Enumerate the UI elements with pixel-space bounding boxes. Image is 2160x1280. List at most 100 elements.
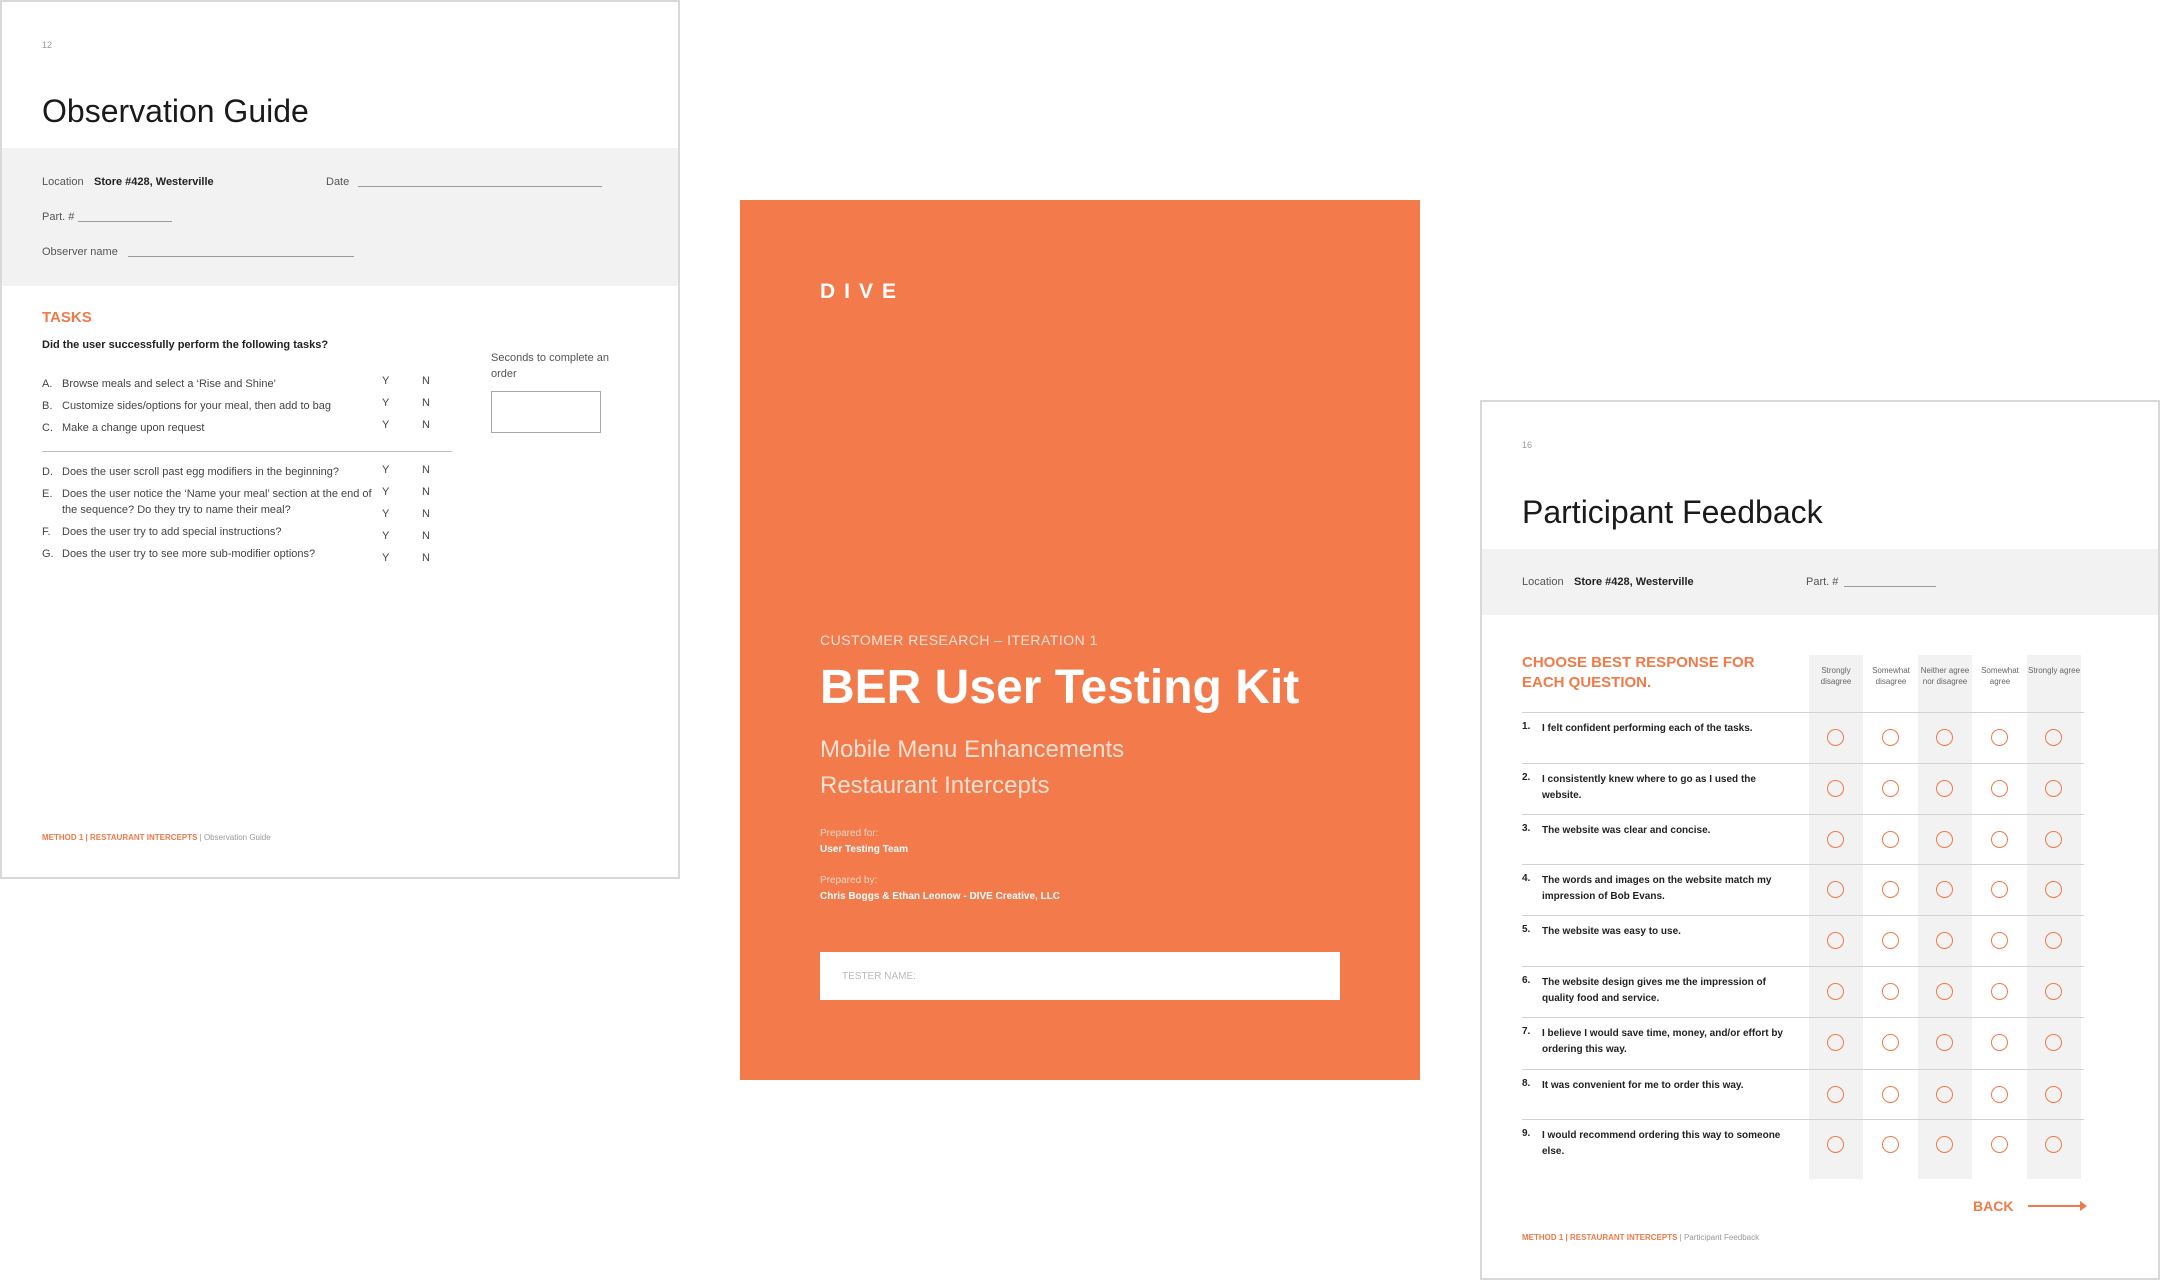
question-text: I consistently knew where to go as I use… [1542,774,1756,801]
response-radio[interactable] [1882,983,1899,1000]
question-text: The words and images on the website matc… [1542,875,1772,902]
response-radio[interactable] [1936,1136,1953,1153]
response-radio[interactable] [2045,780,2062,797]
no-option[interactable]: N [422,397,430,409]
yes-option[interactable]: Y [382,508,389,520]
response-radio[interactable] [2045,932,2062,949]
prepared-for-label: Prepared for: [820,828,879,839]
no-option[interactable]: N [422,419,430,431]
response-radio[interactable] [1991,729,2008,746]
question-text: I believe I would save time, money, and/… [1542,1028,1783,1055]
response-radio[interactable] [1991,1034,2008,1051]
scale-neither: Neither agree nor disagree [1920,666,1970,686]
response-radio[interactable] [2045,983,2062,1000]
observer-field[interactable] [128,256,354,257]
no-option[interactable]: N [422,375,430,387]
response-radio[interactable] [1882,729,1899,746]
response-radio[interactable] [1936,729,1953,746]
prepared-by-label: Prepared by: [820,875,878,886]
yes-option[interactable]: Y [382,375,389,387]
response-radio[interactable] [2045,1086,2062,1103]
response-radio[interactable] [1936,831,1953,848]
response-radio[interactable] [1936,1086,1953,1103]
response-radio[interactable] [1827,780,1844,797]
part-label: Part. # [42,211,75,223]
response-radio[interactable] [1991,881,2008,898]
response-radio[interactable] [1827,932,1844,949]
date-label: Date [326,176,350,188]
tester-name-input[interactable] [820,952,1340,1000]
participant-feedback-page: 16 Participant Feedback Location Store #… [1480,400,2160,1280]
response-radio[interactable] [1936,1034,1953,1051]
response-radio[interactable] [1882,780,1899,797]
response-radio[interactable] [1827,1136,1844,1153]
response-radio[interactable] [1936,780,1953,797]
cover-page: DIVE CUSTOMER RESEARCH – ITERATION 1 BER… [740,200,1420,1080]
response-radio[interactable] [1991,780,2008,797]
row-separator [1522,814,2084,815]
response-radio[interactable] [1882,831,1899,848]
question-number: 1. [1522,721,1531,732]
page-number: 16 [1522,440,1533,450]
yes-option[interactable]: Y [382,397,389,409]
no-option[interactable]: N [422,508,430,520]
part-field[interactable] [1844,586,1936,587]
response-radio[interactable] [1882,1136,1899,1153]
response-radio[interactable] [2045,1136,2062,1153]
no-option[interactable]: N [422,530,430,542]
yes-option[interactable]: Y [382,464,389,476]
page-footer: METHOD 1 | RESTAURANT INTERCEPTS | Obser… [42,833,271,842]
task-letter: D. [42,466,53,478]
response-radio[interactable] [1827,1034,1844,1051]
response-radio[interactable] [1991,983,2008,1000]
response-radio[interactable] [1936,881,1953,898]
footer-method: METHOD 1 | RESTAURANT INTERCEPTS [42,833,198,842]
response-radio[interactable] [1827,983,1844,1000]
observation-guide-page: 12 Observation Guide Location Store #428… [0,0,680,879]
response-radio[interactable] [1991,831,2008,848]
response-radio[interactable] [2045,729,2062,746]
task-text: Browse meals and select a ‘Rise and Shin… [62,378,277,390]
task-letter: F. [42,526,51,538]
part-label: Part. # [1806,576,1839,588]
question-number: 2. [1522,772,1531,783]
response-radio[interactable] [1991,932,2008,949]
response-radio[interactable] [1936,932,1953,949]
yes-option[interactable]: Y [382,530,389,542]
cover-eyebrow: CUSTOMER RESEARCH – ITERATION 1 [820,632,1098,648]
task-text: Does the user try to see more sub-modifi… [62,548,316,560]
date-field[interactable] [358,186,602,187]
tasks-heading: TASKS [42,309,92,326]
response-radio[interactable] [2045,831,2062,848]
response-radio[interactable] [1882,1086,1899,1103]
response-radio[interactable] [2045,881,2062,898]
task-letter: B. [42,400,53,412]
question-text: I felt confident performing each of the … [1542,723,1753,734]
row-separator [1522,864,2084,865]
response-radio[interactable] [1882,1034,1899,1051]
page-number: 12 [42,40,53,50]
yes-option[interactable]: Y [382,552,389,564]
part-field[interactable] [78,221,172,222]
tasks-question: Did the user successfully perform the fo… [42,339,329,351]
row-separator [1522,763,2084,764]
response-radio[interactable] [1827,1086,1844,1103]
seconds-input-box[interactable] [491,391,601,433]
back-button[interactable]: BACK [1973,1198,2013,1214]
response-radio[interactable] [2045,1034,2062,1051]
response-radio[interactable] [1991,1136,2008,1153]
response-radio[interactable] [1882,881,1899,898]
response-radio[interactable] [1827,831,1844,848]
yes-option[interactable]: Y [382,486,389,498]
response-radio[interactable] [1882,932,1899,949]
yes-option[interactable]: Y [382,419,389,431]
response-radio[interactable] [1936,983,1953,1000]
response-radio[interactable] [1991,1086,2008,1103]
no-option[interactable]: N [422,486,430,498]
response-radio[interactable] [1827,881,1844,898]
no-option[interactable]: N [422,552,430,564]
back-arrow-icon[interactable] [2028,1205,2084,1207]
no-option[interactable]: N [422,464,430,476]
response-radio[interactable] [1827,729,1844,746]
question-number: 3. [1522,823,1531,834]
